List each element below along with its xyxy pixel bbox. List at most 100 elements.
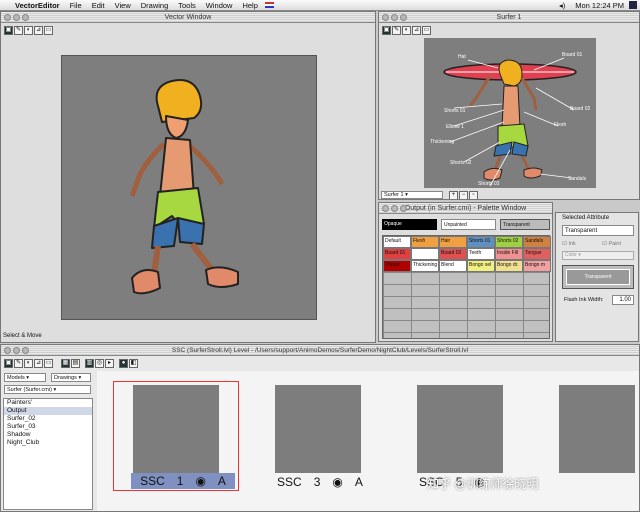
zoom-button[interactable] [400, 14, 407, 21]
play-icon[interactable]: ▸ [105, 359, 114, 368]
color-select[interactable]: Color ▾ [562, 251, 634, 260]
palette-swatch[interactable]: Flesh [411, 236, 439, 248]
palette-window-titlebar[interactable]: Output (in Surfer.cmi) - Palette Window [379, 203, 552, 214]
model-sheet[interactable]: Hat Board 01 Board 02 Shorts 01 Elbow 1 … [424, 38, 596, 188]
frame-thumb-2[interactable] [275, 385, 361, 473]
frame-label-1[interactable]: SSC 1 ◉ A [131, 473, 235, 489]
close-button[interactable] [4, 347, 11, 354]
palette-tab-opaque[interactable]: Opaque [382, 219, 437, 230]
palette-swatch[interactable]: Bongo m [523, 260, 551, 272]
select-tool-icon[interactable]: ▣ [4, 359, 13, 368]
model-select[interactable]: Surfer (Surfer.cmi) ▾ [4, 385, 91, 394]
flag-icon[interactable] [264, 2, 274, 8]
close-button[interactable] [382, 205, 389, 212]
frame-thumb-4[interactable] [559, 385, 635, 473]
zoom-button[interactable] [22, 347, 29, 354]
frame-view-icon[interactable]: ▤ [71, 359, 80, 368]
zoom-button[interactable] [400, 205, 407, 212]
pen-tool-icon[interactable]: ✎ [14, 359, 23, 368]
palette-tab-unpainted[interactable]: Unpainted [441, 219, 496, 230]
minimize-button[interactable] [13, 347, 20, 354]
palette-swatch[interactable]: Sandals [523, 236, 551, 248]
app-menu[interactable]: VectorEditor [10, 1, 65, 10]
pen-tool-icon[interactable]: ✎ [392, 26, 401, 35]
ink-checkbox[interactable]: ☑ Ink [562, 241, 576, 247]
pen-tool-icon[interactable]: ✎ [14, 26, 23, 35]
layer-item-selected[interactable]: Output [4, 407, 92, 415]
palette-swatch[interactable]: Teeth [467, 248, 495, 260]
minimize-button[interactable] [13, 14, 20, 21]
palette-swatch[interactable]: Bongo sel [467, 260, 495, 272]
palette-swatch[interactable]: Shorts 02 [495, 236, 523, 248]
volume-icon[interactable]: ◂) [554, 1, 570, 10]
camera-tool-icon[interactable]: ▭ [422, 26, 431, 35]
palette-swatch[interactable]: Tongue [523, 248, 551, 260]
brush-tool-icon[interactable]: ⊿ [412, 26, 421, 35]
palette-swatch[interactable]: Throat [383, 260, 411, 272]
brush-tool-icon[interactable]: ⊿ [34, 359, 43, 368]
palette-swatch[interactable]: Board 02 [439, 248, 467, 260]
menu-help[interactable]: Help [237, 1, 262, 10]
select-tool-icon[interactable]: ▣ [382, 26, 391, 35]
drawings-select[interactable]: Drawings ▾ [51, 373, 91, 382]
close-button[interactable] [4, 14, 11, 21]
palette-swatch[interactable]: Blend [439, 260, 467, 272]
menu-file[interactable]: File [65, 1, 87, 10]
paint-tool-icon[interactable]: ◐ [24, 359, 33, 368]
palette-swatch[interactable]: Bongo dr. [495, 260, 523, 272]
clock[interactable]: Mon 12:24 PM [570, 1, 629, 10]
palette-tab-transparent[interactable]: Transparent [500, 219, 550, 230]
layer-item[interactable]: Night_Club [4, 439, 92, 447]
onion-skin-icon[interactable]: ◎ [95, 359, 104, 368]
frame-label-2[interactable]: SSC 3 ◉ A [277, 475, 363, 489]
frame-strip: SSC 1 ◉ A SSC 3 ◉ A SSC 5 ◉ 知乎 @训练师徐晓明 [97, 371, 639, 511]
drawing-canvas[interactable] [61, 55, 317, 320]
palette-swatch[interactable]: Hair [439, 236, 467, 248]
palette-swatch[interactable]: Default [383, 236, 411, 248]
layer-item[interactable]: Shadow [4, 431, 92, 439]
surfer-select[interactable]: Surfer 1 ▾ [381, 191, 443, 199]
record-icon[interactable]: ● [119, 359, 128, 368]
palette-swatch[interactable]: Inside Fill [495, 248, 523, 260]
palette-swatch[interactable] [411, 248, 439, 260]
menu-edit[interactable]: Edit [87, 1, 110, 10]
paint-tool-icon[interactable]: ◐ [402, 26, 411, 35]
transparent-swatch[interactable]: Transparent [562, 265, 634, 289]
level-window-titlebar[interactable]: SSC (SurferStroll.lvl) Level - /Users/su… [1, 345, 639, 356]
app-icon[interactable] [629, 1, 637, 9]
film-icon[interactable]: ▥ [85, 359, 94, 368]
layer-item[interactable]: Surfer_03 [4, 423, 92, 431]
palette-swatch[interactable]: Shorts 01 [467, 236, 495, 248]
zoom-in-icon[interactable]: + [449, 191, 458, 199]
frame-thumb-1[interactable] [133, 385, 219, 473]
models-select[interactable]: Models ▾ [4, 373, 46, 382]
paint-tool-icon[interactable]: ◐ [24, 26, 33, 35]
brush-tool-icon[interactable]: ⊿ [34, 26, 43, 35]
layer-item[interactable]: Painters' [4, 399, 92, 407]
palette-swatch[interactable]: Thickening [411, 260, 439, 272]
layer-item[interactable]: Surfer_02 [4, 415, 92, 423]
vector-window-titlebar[interactable]: Vector Window [1, 12, 375, 23]
select-tool-icon[interactable]: ▣ [4, 26, 13, 35]
surfer-window-titlebar[interactable]: Surfer 1 [379, 12, 639, 23]
zoom-button[interactable] [22, 14, 29, 21]
fit-icon[interactable]: ▫ [469, 191, 478, 199]
callout-shorts-02: Shorts 02 [450, 160, 472, 166]
flash-ink-width-field[interactable]: 1.00 [612, 295, 634, 305]
minimize-button[interactable] [391, 205, 398, 212]
close-button[interactable] [382, 14, 389, 21]
menu-window[interactable]: Window [201, 1, 238, 10]
attribute-value-field[interactable]: Transparent [562, 225, 634, 236]
menu-drawing[interactable]: Drawing [136, 1, 174, 10]
paint-checkbox[interactable]: ☑ Paint [602, 241, 621, 247]
camera-tool-icon[interactable]: ▭ [44, 26, 53, 35]
zoom-out-icon[interactable]: − [459, 191, 468, 199]
menu-view[interactable]: View [110, 1, 136, 10]
menu-tools[interactable]: Tools [173, 1, 201, 10]
layer-view-icon[interactable]: ▦ [61, 359, 70, 368]
camera-tool-icon[interactable]: ▭ [44, 359, 53, 368]
frame-thumb-3[interactable] [417, 385, 503, 473]
minimize-button[interactable] [391, 14, 398, 21]
render-icon[interactable]: ◧ [129, 359, 138, 368]
palette-swatch[interactable]: Board 01 [383, 248, 411, 260]
